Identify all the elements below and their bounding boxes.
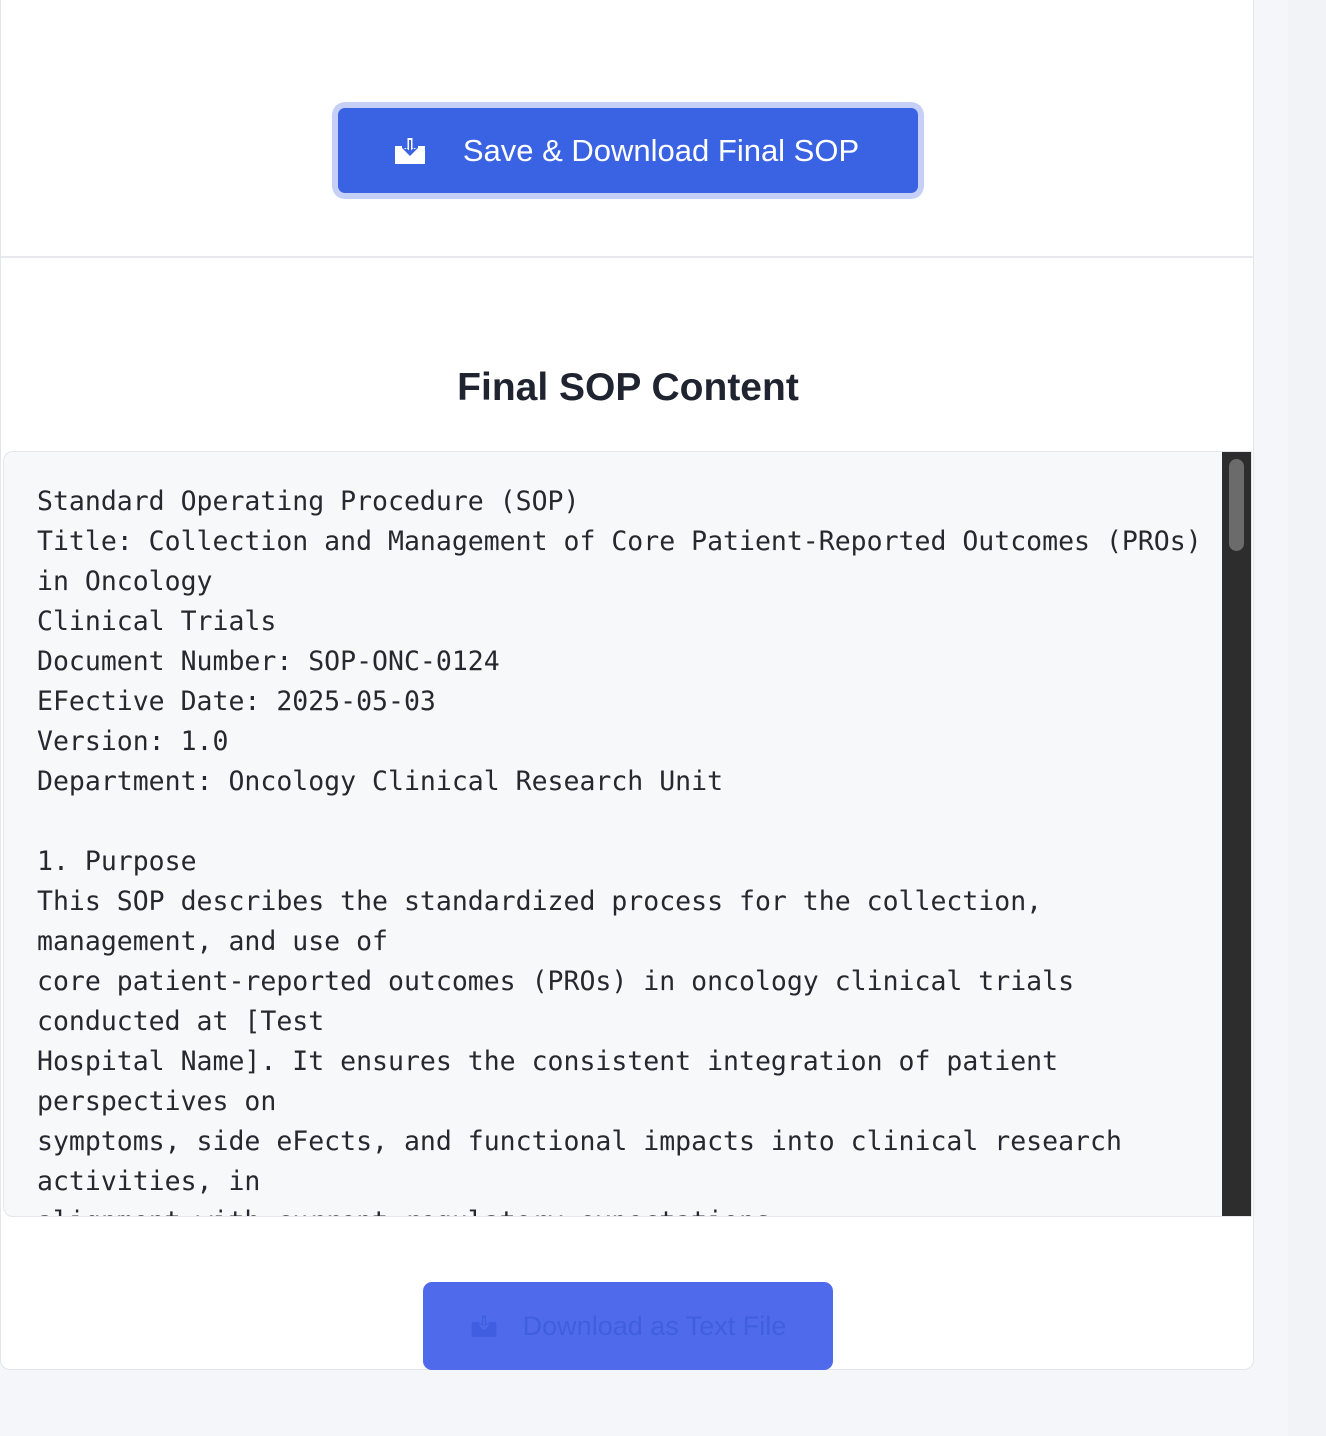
content-scrollbar[interactable] [1222, 452, 1251, 1216]
save-download-final-sop-label: Save & Download Final SOP [462, 132, 860, 168]
final-sop-content-box[interactable]: Standard Operating Procedure (SOP) Title… [3, 451, 1252, 1217]
final-sop-content-title: Final SOP Content [457, 366, 799, 409]
download-icon [470, 1314, 498, 1338]
download-text-file-button[interactable]: Download as Text File [423, 1282, 833, 1370]
save-download-final-sop-button[interactable]: Save & Download Final SOP [338, 108, 918, 193]
page-scrollbar[interactable] [1288, 0, 1326, 1436]
download-text-file-label: Download as Text File [522, 1310, 787, 1341]
download-icon [393, 137, 427, 165]
final-sop-card: Save & Download Final SOP Final SOP Cont… [0, 0, 1254, 1370]
content-scrollbar-thumb[interactable] [1229, 459, 1244, 551]
final-sop-content-text: Standard Operating Procedure (SOP) Title… [37, 486, 1202, 1216]
section-divider [1, 256, 1253, 258]
